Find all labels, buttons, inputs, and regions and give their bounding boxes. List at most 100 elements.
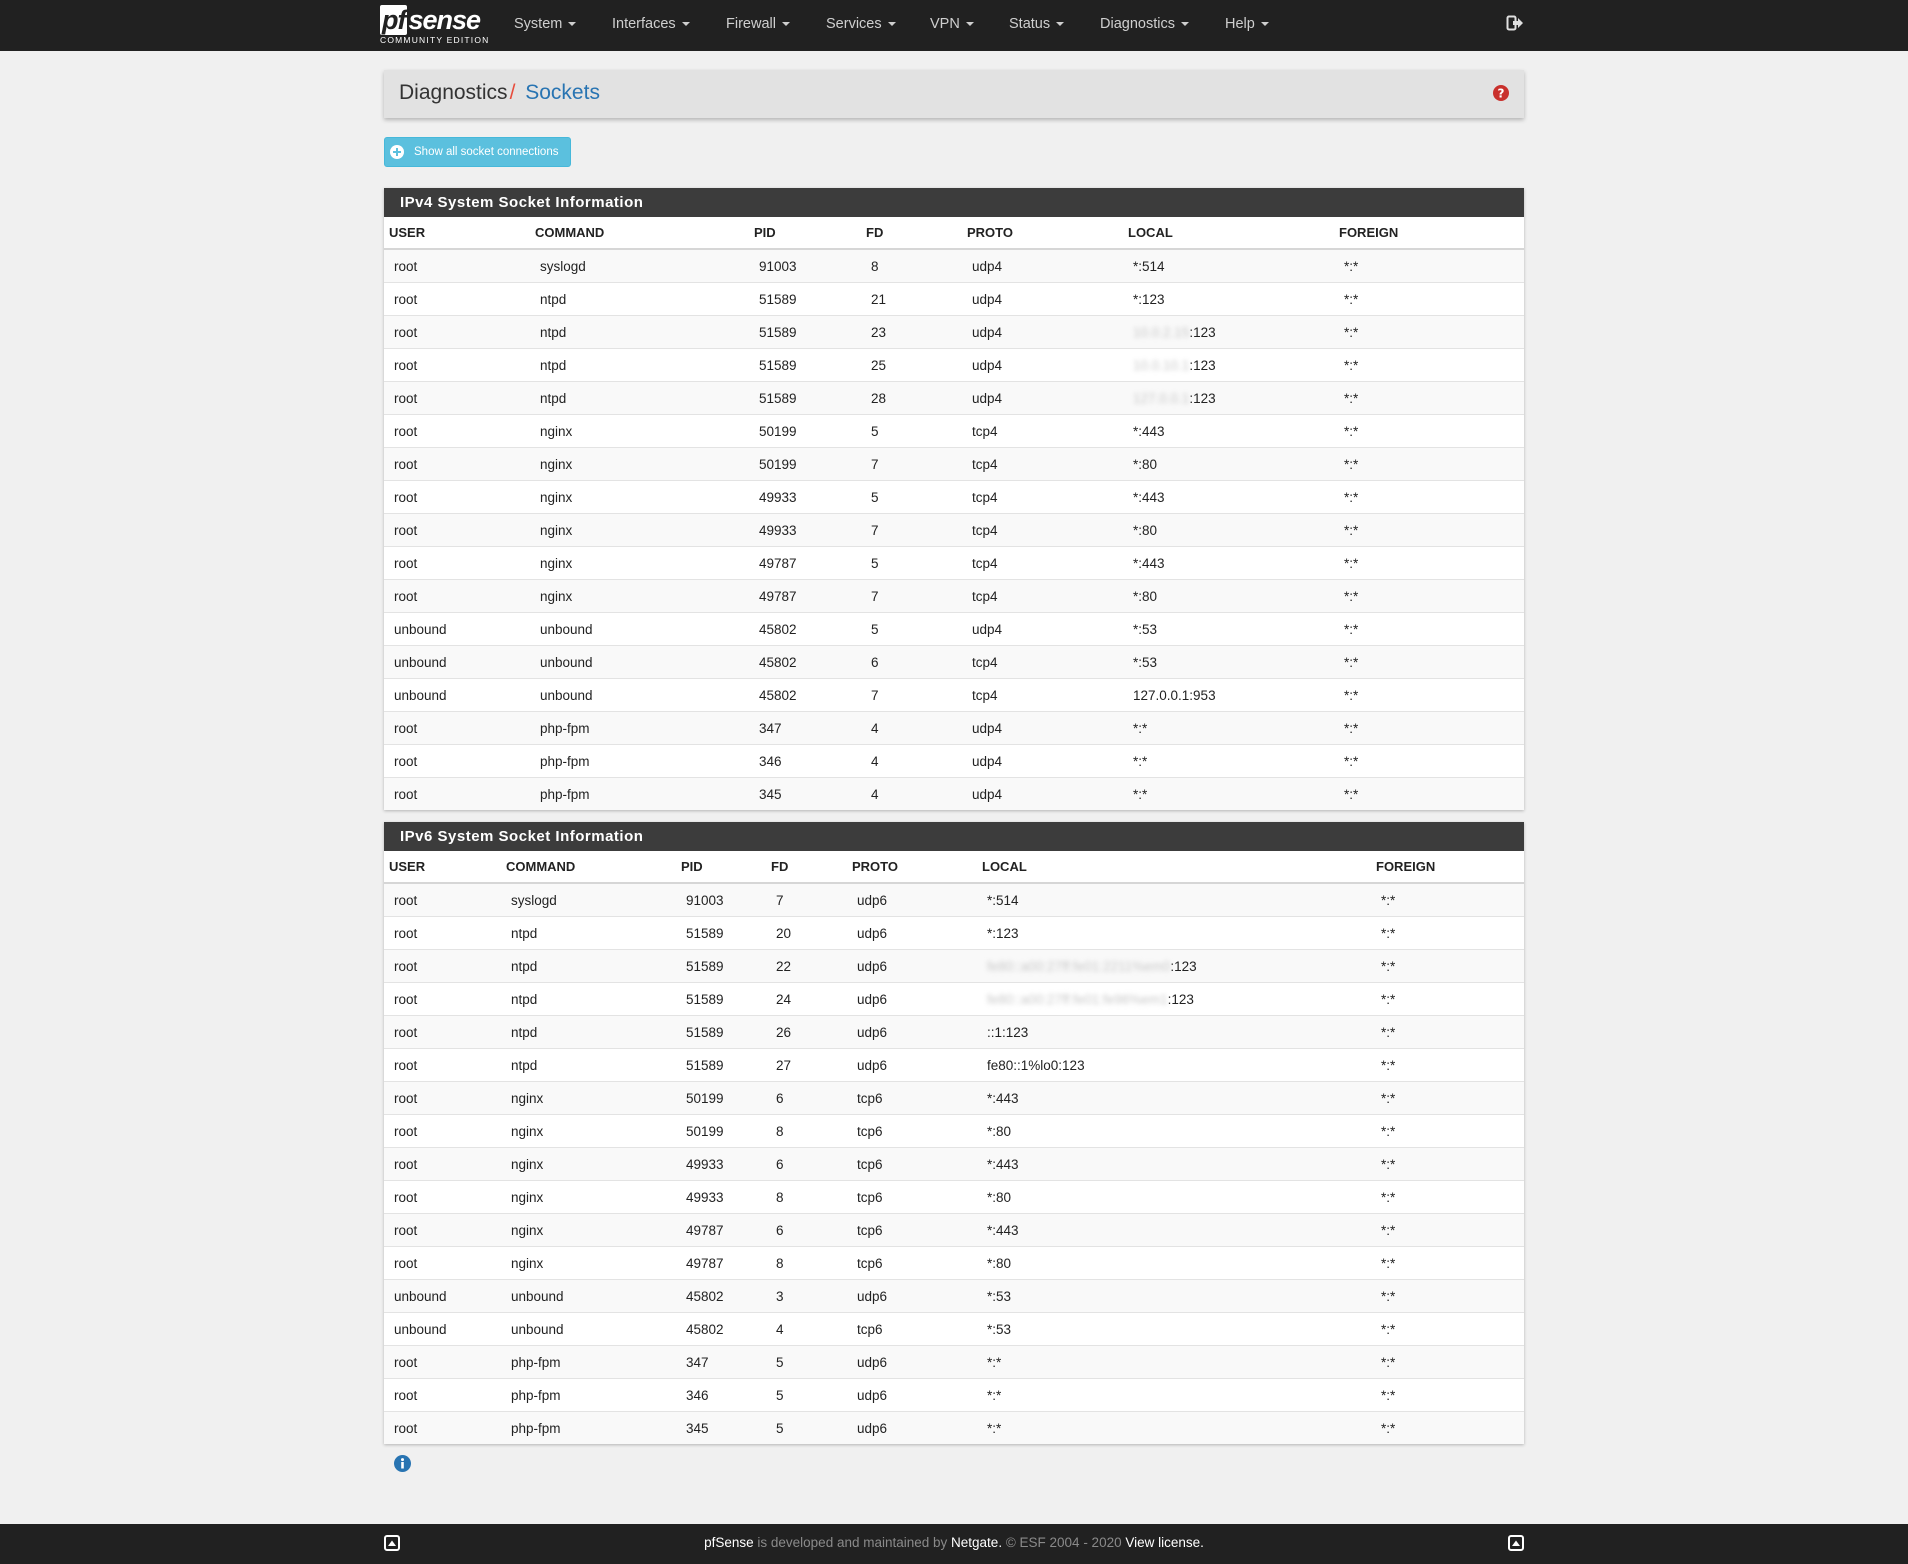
- local-cell: *:*: [977, 1345, 1371, 1379]
- user-cell: root: [384, 1114, 501, 1148]
- foreign-cell: *:*: [1334, 447, 1524, 481]
- foreign-cell: *:*: [1371, 882, 1524, 917]
- redacted-address: fe80::a00:27ff:fe01:2211%em0: [987, 958, 1171, 974]
- pid-cell: 49787: [676, 1213, 766, 1247]
- menu-status[interactable]: Status: [1009, 0, 1065, 48]
- proto-cell: tcp6: [847, 1114, 977, 1148]
- user-cell: root: [384, 248, 530, 283]
- table-row: root nginx 49787 5 tcp4 *:443 *:*: [384, 546, 1524, 580]
- local-cell: *:443: [977, 1147, 1371, 1181]
- breadcrumb-root[interactable]: Diagnostics: [399, 81, 508, 104]
- local-cell: 10.0.2.15:123: [1123, 315, 1334, 349]
- table-row: unbound unbound 45802 5 udp4 *:53 *:*: [384, 612, 1524, 646]
- menu-label: Interfaces: [612, 16, 676, 32]
- footer-brand[interactable]: pfSense: [704, 1535, 754, 1550]
- foreign-cell: *:*: [1334, 414, 1524, 448]
- local-cell: *:*: [1123, 711, 1334, 745]
- user-cell: root: [384, 916, 501, 950]
- logo-pf: pf: [380, 5, 408, 35]
- menu-interfaces[interactable]: Interfaces: [612, 0, 690, 48]
- pid-cell: 49933: [676, 1180, 766, 1214]
- user-cell: root: [384, 546, 530, 580]
- column-header-pid: PID: [676, 851, 766, 884]
- proto-cell: udp6: [847, 916, 977, 950]
- table-row: root ntpd 51589 25 udp4 10.0.10.1:123 *:*: [384, 348, 1524, 382]
- ipv4-panel-title: IPv4 System Socket Information: [384, 188, 1524, 217]
- table-row: root ntpd 51589 24 udp6 fe80::a00:27ff:fe01:f…: [384, 982, 1524, 1016]
- column-header-fd: FD: [766, 851, 847, 884]
- menu-diagnostics[interactable]: Diagnostics: [1100, 0, 1189, 48]
- command-cell: nginx: [501, 1114, 676, 1148]
- fd-cell: 23: [861, 315, 962, 349]
- proto-cell: udp4: [962, 381, 1123, 415]
- table-row: root php-fpm 345 4 udp4 *:* *:*: [384, 777, 1524, 810]
- table-row: root nginx 50199 6 tcp6 *:443 *:*: [384, 1081, 1524, 1115]
- caret-down-icon: [1260, 22, 1269, 27]
- menu-firewall[interactable]: Firewall: [726, 0, 790, 48]
- pid-cell: 45802: [676, 1279, 766, 1313]
- user-cell: root: [384, 777, 530, 810]
- logout-icon[interactable]: [1506, 14, 1524, 32]
- local-cell: *:443: [977, 1213, 1371, 1247]
- user-cell: root: [384, 1180, 501, 1214]
- pfsense-logo[interactable]: pf sense COMMUNITY EDITION: [380, 4, 488, 47]
- user-cell: unbound: [384, 1279, 501, 1313]
- table-row: root php-fpm 346 4 udp4 *:* *:*: [384, 744, 1524, 778]
- user-cell: root: [384, 1411, 501, 1444]
- pid-cell: 51589: [749, 282, 861, 316]
- menu-label: Firewall: [726, 16, 776, 32]
- column-header-pid: PID: [749, 217, 861, 250]
- view-license-link[interactable]: View license.: [1125, 1535, 1204, 1550]
- breadcrumb-current-page[interactable]: Sockets: [525, 81, 600, 104]
- info-icon[interactable]: [394, 1455, 411, 1472]
- foreign-cell: *:*: [1334, 248, 1524, 283]
- proto-cell: udp4: [962, 248, 1123, 283]
- table-row: root ntpd 51589 28 udp4 127.0.0.1:123 *:*: [384, 381, 1524, 415]
- footer-company-link[interactable]: Netgate.: [951, 1535, 1002, 1550]
- menu-help[interactable]: Help: [1225, 0, 1269, 48]
- user-cell: unbound: [384, 645, 530, 679]
- foreign-cell: *:*: [1371, 982, 1524, 1016]
- foreign-cell: *:*: [1334, 678, 1524, 712]
- proto-cell: udp6: [847, 1279, 977, 1313]
- user-cell: root: [384, 1246, 501, 1280]
- breadcrumb-trail: Diagnostics/ Sockets: [399, 81, 600, 105]
- local-cell: *:123: [977, 916, 1371, 950]
- command-cell: unbound: [501, 1312, 676, 1346]
- local-cell: fe80::a00:27ff:fe01:fe96%em1:123: [977, 982, 1371, 1016]
- foreign-cell: *:*: [1371, 1015, 1524, 1049]
- port: :123: [1189, 390, 1216, 406]
- table-header-row: USER COMMAND PID FD PROTO LOCAL FOREIGN: [384, 851, 1524, 884]
- logo-sense: sense: [408, 5, 481, 35]
- column-header-user: USER: [384, 851, 501, 884]
- pid-cell: 45802: [749, 645, 861, 679]
- user-cell: root: [384, 1081, 501, 1115]
- fd-cell: 28: [861, 381, 962, 415]
- local-cell: *:123: [1123, 282, 1334, 316]
- pid-cell: 51589: [676, 982, 766, 1016]
- pid-cell: 45802: [676, 1312, 766, 1346]
- menu-label: Help: [1225, 16, 1255, 32]
- table-row: root php-fpm 347 5 udp6 *:* *:*: [384, 1345, 1524, 1379]
- command-cell: syslogd: [501, 882, 676, 917]
- table-row: root nginx 49933 5 tcp4 *:443 *:*: [384, 480, 1524, 514]
- local-cell: *:443: [1123, 480, 1334, 514]
- command-cell: php-fpm: [501, 1411, 676, 1444]
- menu-vpn[interactable]: VPN: [930, 0, 974, 48]
- menu-label: Services: [826, 16, 882, 32]
- show-all-connections-button[interactable]: Show all socket connections: [384, 137, 571, 167]
- command-cell: nginx: [530, 447, 749, 481]
- menu-services[interactable]: Services: [826, 0, 896, 48]
- local-cell: 127.0.0.1:123: [1123, 381, 1334, 415]
- user-cell: root: [384, 414, 530, 448]
- scroll-up-icon[interactable]: [1508, 1535, 1524, 1551]
- table-row: root ntpd 51589 27 udp6 fe80::1%lo0:123 *:*: [384, 1048, 1524, 1082]
- table-row: unbound unbound 45802 3 udp6 *:53 *:*: [384, 1279, 1524, 1313]
- proto-cell: udp6: [847, 1345, 977, 1379]
- table-row: root nginx 49787 6 tcp6 *:443 *:*: [384, 1213, 1524, 1247]
- menu-system[interactable]: System: [514, 0, 577, 48]
- user-cell: root: [384, 480, 530, 514]
- help-icon[interactable]: ?: [1493, 85, 1509, 101]
- command-cell: ntpd: [530, 381, 749, 415]
- pid-cell: 45802: [749, 612, 861, 646]
